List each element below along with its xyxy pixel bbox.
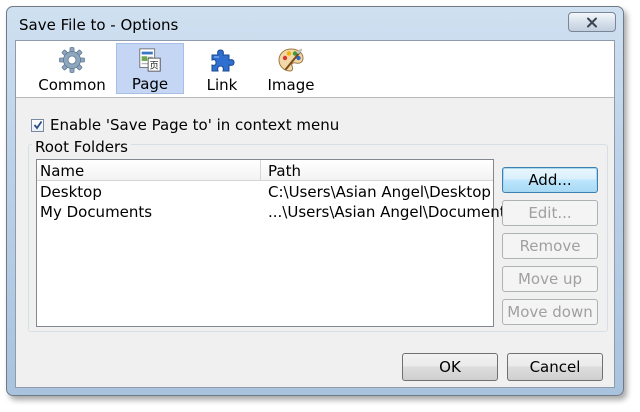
list-item[interactable]: My Documents ...\Users\Asian Angel\Docum… — [37, 202, 513, 222]
ok-button[interactable]: OK — [402, 353, 498, 381]
column-header-name[interactable]: Name — [40, 162, 84, 180]
move-down-button[interactable]: Move down — [502, 299, 598, 325]
tab-image[interactable]: Image — [262, 43, 320, 94]
folder-name: My Documents — [40, 203, 153, 221]
puzzle-icon — [211, 49, 235, 72]
close-button[interactable] — [568, 12, 616, 32]
tab-label: Link — [206, 76, 238, 94]
list-header: Name Path — [37, 160, 493, 181]
add-button[interactable]: Add... — [502, 167, 598, 193]
tab-label: Image — [267, 76, 315, 94]
column-header-path[interactable]: Path — [268, 162, 301, 180]
close-icon — [587, 17, 597, 27]
gear-icon — [59, 47, 85, 73]
tab-label: Page — [131, 75, 169, 93]
svg-text:页: 页 — [150, 60, 159, 71]
root-folders-list[interactable]: Name Path Desktop C:\Users\Asian Angel\D… — [36, 159, 513, 327]
tab-link[interactable]: Link — [194, 43, 250, 94]
cancel-button[interactable]: Cancel — [507, 353, 603, 381]
move-up-button[interactable]: Move up — [502, 266, 598, 292]
column-divider[interactable] — [260, 160, 261, 180]
folder-name: Desktop — [40, 183, 102, 201]
list-item[interactable]: Desktop C:\Users\Asian Angel\Desktop — [37, 182, 493, 202]
enable-context-menu-option[interactable]: Enable 'Save Page to' in context menu — [31, 116, 339, 134]
dialog-client-area: Common 页 Page Link Image Enable 'Save Pa… — [15, 40, 615, 388]
tab-common[interactable]: Common — [34, 43, 110, 94]
tab-page[interactable]: 页 Page — [116, 43, 184, 94]
options-tab-bar: Common 页 Page Link Image — [16, 41, 614, 98]
title-bar[interactable]: Save File to - Options — [7, 7, 623, 39]
root-folders-title: Root Folders — [32, 138, 131, 156]
checkmark-icon — [33, 120, 42, 130]
enable-context-menu-checkbox[interactable] — [31, 118, 44, 132]
options-dialog: Save File to - Options Common 页 Page Lin… — [6, 6, 624, 396]
page-icon: 页 — [139, 48, 161, 72]
palette-icon — [278, 48, 304, 72]
remove-button[interactable]: Remove — [502, 233, 598, 259]
enable-context-menu-label: Enable 'Save Page to' in context menu — [50, 116, 340, 134]
window-title: Save File to - Options — [19, 16, 179, 34]
folder-path: ...\Users\Asian Angel\Documents — [268, 203, 514, 221]
folder-path: C:\Users\Asian Angel\Desktop — [268, 183, 491, 201]
edit-button[interactable]: Edit... — [502, 200, 598, 226]
tab-label: Common — [38, 76, 106, 94]
